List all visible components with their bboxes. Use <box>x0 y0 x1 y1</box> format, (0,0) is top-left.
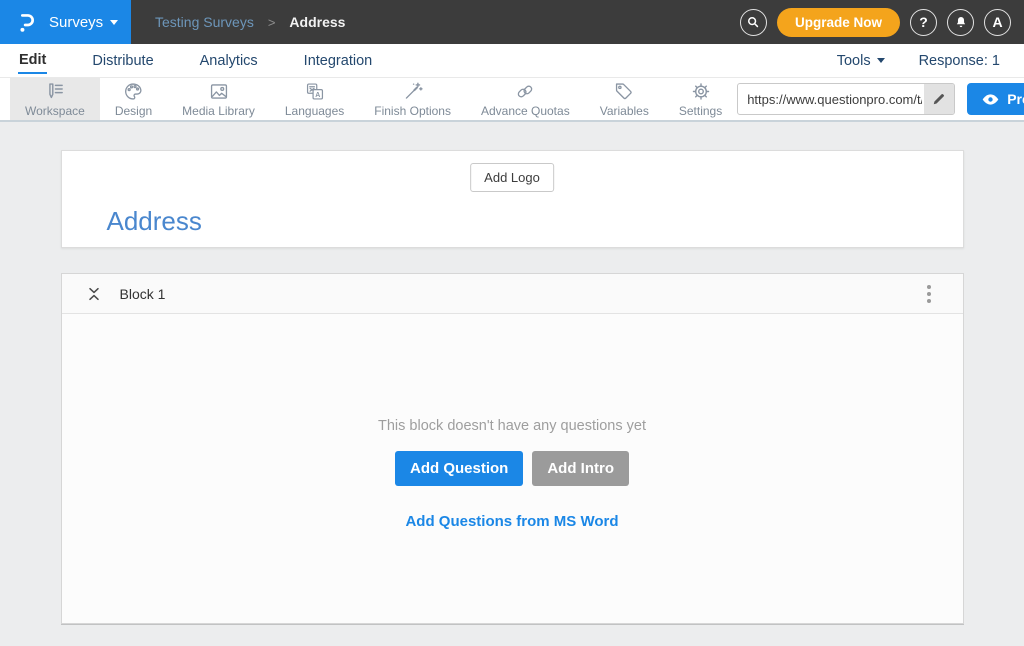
add-question-button[interactable]: Add Question <box>395 451 523 486</box>
avatar-initial: A <box>992 15 1002 29</box>
eye-icon <box>982 93 999 106</box>
advance-quotas-icon <box>514 81 536 102</box>
survey-url-input[interactable] <box>738 92 924 107</box>
block-menu-button[interactable] <box>921 281 937 307</box>
chevron-down-icon <box>877 58 885 63</box>
preview-button[interactable]: Preview <box>967 83 1024 115</box>
empty-block-message: This block doesn't have any questions ye… <box>62 418 963 434</box>
breadcrumb-parent-link[interactable]: Testing Surveys <box>155 14 254 30</box>
search-button[interactable] <box>740 9 767 36</box>
tab-distribute[interactable]: Distribute <box>91 48 154 73</box>
breadcrumb-separator: > <box>268 15 276 30</box>
pencil-icon <box>932 92 946 106</box>
toolbar-label: Finish Options <box>374 104 451 118</box>
design-icon <box>122 81 144 102</box>
edit-url-button[interactable] <box>924 84 954 114</box>
toolbar-label: Media Library <box>182 104 255 118</box>
survey-toolbar: Workspace Design Media Library A Languag… <box>0 78 1024 122</box>
toolbar-label: Design <box>115 104 152 118</box>
tools-label: Tools <box>837 53 871 69</box>
settings-icon <box>690 81 712 102</box>
add-logo-button[interactable]: Add Logo <box>470 163 554 192</box>
toolbar-item-variables[interactable]: Variables <box>585 78 664 120</box>
breadcrumb: Testing Surveys > Address <box>131 14 345 30</box>
block-card: Block 1 This block doesn't have any ques… <box>61 273 964 624</box>
questionpro-logo-icon <box>14 10 39 35</box>
empty-block-actions: Add Question Add Intro <box>62 451 963 486</box>
svg-text:A: A <box>315 92 320 99</box>
avatar-button[interactable]: A <box>984 9 1011 36</box>
toolbar-right: Preview <box>737 78 1024 120</box>
response-count[interactable]: Response: 1 <box>919 53 1000 69</box>
add-questions-from-ms-word-link[interactable]: Add Questions from MS Word <box>405 513 618 530</box>
breadcrumb-current: Address <box>289 14 345 30</box>
preview-label: Preview <box>1007 91 1024 107</box>
toolbar-label: Advance Quotas <box>481 104 570 118</box>
survey-editor-canvas: Add Logo Address Block 1 This block does… <box>0 122 1024 624</box>
chevron-down-icon <box>110 20 118 25</box>
question-mark-icon: ? <box>919 15 928 29</box>
nav-right: Tools Response: 1 <box>837 53 1008 69</box>
product-name: Surveys <box>49 14 103 31</box>
product-switcher[interactable]: Surveys <box>0 0 131 44</box>
variables-icon <box>613 81 635 102</box>
toolbar-item-media-library[interactable]: Media Library <box>167 78 270 120</box>
tab-analytics[interactable]: Analytics <box>199 48 259 73</box>
survey-header-card: Add Logo Address <box>61 150 964 248</box>
workspace-icon <box>44 81 65 102</box>
topbar: Surveys Testing Surveys > Address Upgrad… <box>0 0 1024 44</box>
collapse-icon <box>86 286 102 302</box>
help-button[interactable]: ? <box>910 9 937 36</box>
notifications-button[interactable] <box>947 9 974 36</box>
toolbar-item-advance-quotas[interactable]: Advance Quotas <box>466 78 585 120</box>
toolbar-label: Languages <box>285 104 344 118</box>
toolbar-item-workspace[interactable]: Workspace <box>10 78 100 120</box>
languages-icon: A <box>304 81 326 102</box>
media-library-icon <box>208 81 230 102</box>
tools-dropdown[interactable]: Tools <box>837 53 885 69</box>
toolbar-item-languages[interactable]: A Languages <box>270 78 359 120</box>
toolbar-item-settings[interactable]: Settings <box>664 78 737 120</box>
toolbar-label: Variables <box>600 104 649 118</box>
add-intro-button[interactable]: Add Intro <box>532 451 629 486</box>
toolbar-item-finish-options[interactable]: Finish Options <box>359 78 466 120</box>
survey-url-group <box>737 83 955 115</box>
collapse-block-button[interactable] <box>84 284 104 304</box>
upgrade-now-button[interactable]: Upgrade Now <box>777 8 900 37</box>
topbar-actions: Upgrade Now ? A <box>740 8 1024 37</box>
kebab-icon <box>927 285 931 289</box>
empty-block-state: This block doesn't have any questions ye… <box>62 314 963 531</box>
section-nav: Edit Distribute Analytics Integration To… <box>0 44 1024 78</box>
search-icon <box>746 15 760 29</box>
tab-integration[interactable]: Integration <box>303 48 374 73</box>
tab-edit[interactable]: Edit <box>18 47 47 74</box>
toolbar-item-design[interactable]: Design <box>100 78 167 120</box>
survey-title[interactable]: Address <box>107 208 202 234</box>
toolbar-label: Workspace <box>25 104 85 118</box>
block-header: Block 1 <box>62 274 963 314</box>
finish-options-icon <box>402 81 424 102</box>
block-title[interactable]: Block 1 <box>120 286 166 302</box>
block-body: This block doesn't have any questions ye… <box>62 314 963 623</box>
section-tabs: Edit Distribute Analytics Integration <box>16 47 373 74</box>
bell-icon <box>954 15 968 29</box>
toolbar-label: Settings <box>679 104 722 118</box>
